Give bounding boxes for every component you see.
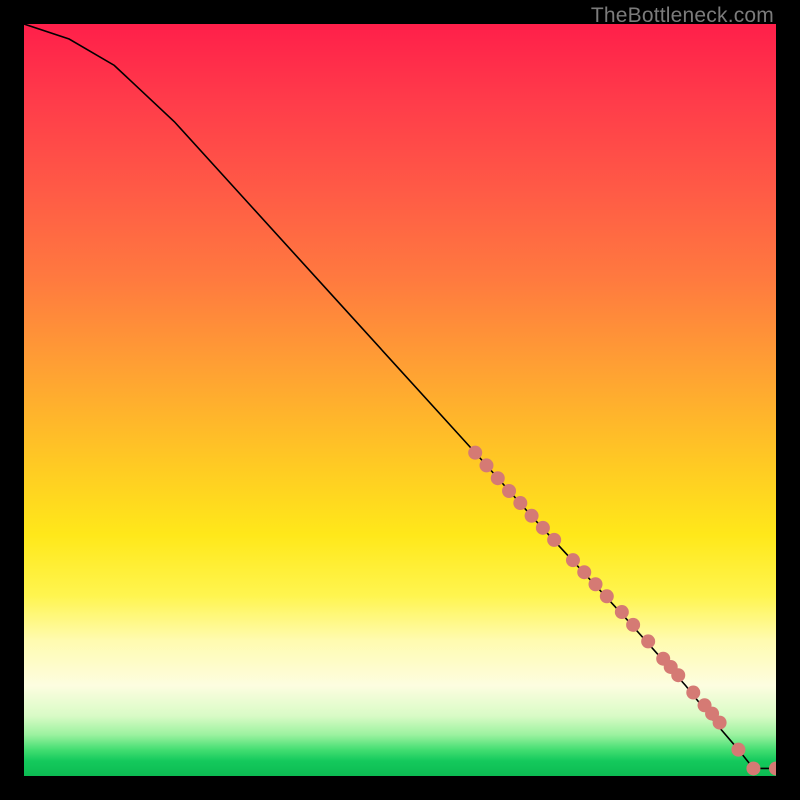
data-marker	[479, 458, 493, 472]
data-markers	[468, 446, 776, 776]
data-marker	[502, 484, 516, 498]
data-marker	[566, 553, 580, 567]
data-marker	[525, 509, 539, 523]
chart-svg	[24, 24, 776, 776]
data-marker	[713, 716, 727, 730]
data-marker	[731, 743, 745, 757]
data-marker	[468, 446, 482, 460]
data-marker	[686, 686, 700, 700]
chart-stage: TheBottleneck.com	[0, 0, 800, 800]
data-marker	[671, 668, 685, 682]
data-marker	[769, 761, 776, 775]
data-marker	[746, 761, 760, 775]
data-marker	[589, 577, 603, 591]
data-marker	[513, 496, 527, 510]
data-marker	[626, 618, 640, 632]
data-marker	[641, 634, 655, 648]
data-marker	[577, 565, 591, 579]
data-marker	[600, 589, 614, 603]
data-marker	[547, 533, 561, 547]
data-marker	[491, 471, 505, 485]
plot-area	[24, 24, 776, 776]
data-marker	[615, 605, 629, 619]
data-marker	[536, 521, 550, 535]
